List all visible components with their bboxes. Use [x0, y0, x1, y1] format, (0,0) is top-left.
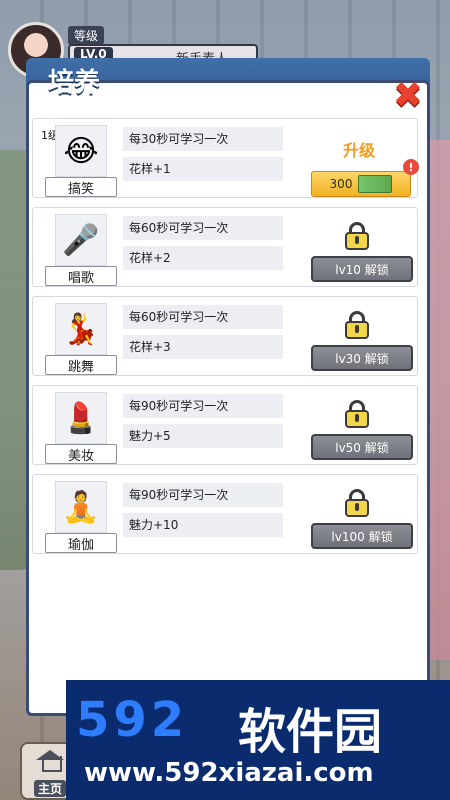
skill-bonus: 魅力+10 — [123, 513, 283, 537]
panel-title: 培养 — [48, 68, 101, 98]
skill-name: 跳舞 — [45, 355, 117, 375]
skill-name: 唱歌 — [45, 266, 117, 286]
watermark-url: www.592xiazai.com — [84, 758, 374, 788]
unlock-button[interactable]: lv10 解锁 — [311, 256, 413, 282]
unlock-button[interactable]: lv100 解锁 — [311, 523, 413, 549]
alert-badge: ! — [403, 159, 419, 175]
skill-cooldown: 每30秒可学习一次 — [123, 127, 283, 151]
microphone-icon: 🎤 — [55, 214, 107, 266]
lipstick-icon: 💄 — [55, 392, 107, 444]
close-icon[interactable]: ✖ — [390, 78, 426, 114]
skill-bonus: 花样+2 — [123, 246, 283, 270]
skill-cooldown: 每90秒可学习一次 — [123, 483, 283, 507]
skill-bonus: 魅力+5 — [123, 424, 283, 448]
skill-row-dancing: 💃 跳舞 每60秒可学习一次 花样+3 lv30 解锁 — [32, 296, 418, 376]
skill-name: 搞笑 — [45, 177, 117, 197]
laughing-emoji-icon: 😂 — [55, 125, 107, 177]
lock-icon — [343, 400, 371, 428]
skill-row-makeup: 💄 美妆 每90秒可学习一次 魅力+5 lv50 解锁 — [32, 385, 418, 465]
skill-cooldown: 每60秒可学习一次 — [123, 305, 283, 329]
skill-bonus: 花样+3 — [123, 335, 283, 359]
skill-row-yoga: 🧘 瑜伽 每90秒可学习一次 魅力+10 lv100 解锁 — [32, 474, 418, 554]
watermark-logo: 592 — [76, 692, 189, 748]
skill-list: 1级 😂 搞笑 每30秒可学习一次 花样+1 升级 300 ! 🎤 唱歌 每60… — [32, 118, 419, 563]
skill-cooldown: 每60秒可学习一次 — [123, 216, 283, 240]
upgrade-cost: 300 — [329, 177, 353, 191]
skill-cooldown: 每90秒可学习一次 — [123, 394, 283, 418]
skill-name: 美妆 — [45, 444, 117, 464]
skill-bonus: 花样+1 — [123, 157, 283, 181]
level-label: 等级 — [68, 26, 105, 45]
home-label: 主页 — [34, 780, 67, 797]
yoga-icon: 🧘 — [55, 481, 107, 533]
lock-icon — [343, 222, 371, 250]
money-icon — [358, 175, 393, 193]
unlock-button[interactable]: lv50 解锁 — [311, 434, 413, 460]
dancer-icon: 💃 — [55, 303, 107, 355]
lock-icon — [343, 489, 371, 517]
lock-icon — [343, 311, 371, 339]
unlock-button[interactable]: lv30 解锁 — [311, 345, 413, 371]
skill-row-funny: 1级 😂 搞笑 每30秒可学习一次 花样+1 升级 300 ! — [32, 118, 419, 198]
upgrade-button[interactable]: 300 — [311, 171, 411, 197]
skill-name: 瑜伽 — [45, 533, 117, 553]
upgrade-label: 升级 — [343, 141, 376, 160]
skill-row-singing: 🎤 唱歌 每60秒可学习一次 花样+2 lv10 解锁 — [32, 207, 418, 287]
watermark-banner: 592 软件园 www.592xiazai.com — [66, 680, 450, 800]
watermark-text: 软件园 — [238, 704, 383, 760]
